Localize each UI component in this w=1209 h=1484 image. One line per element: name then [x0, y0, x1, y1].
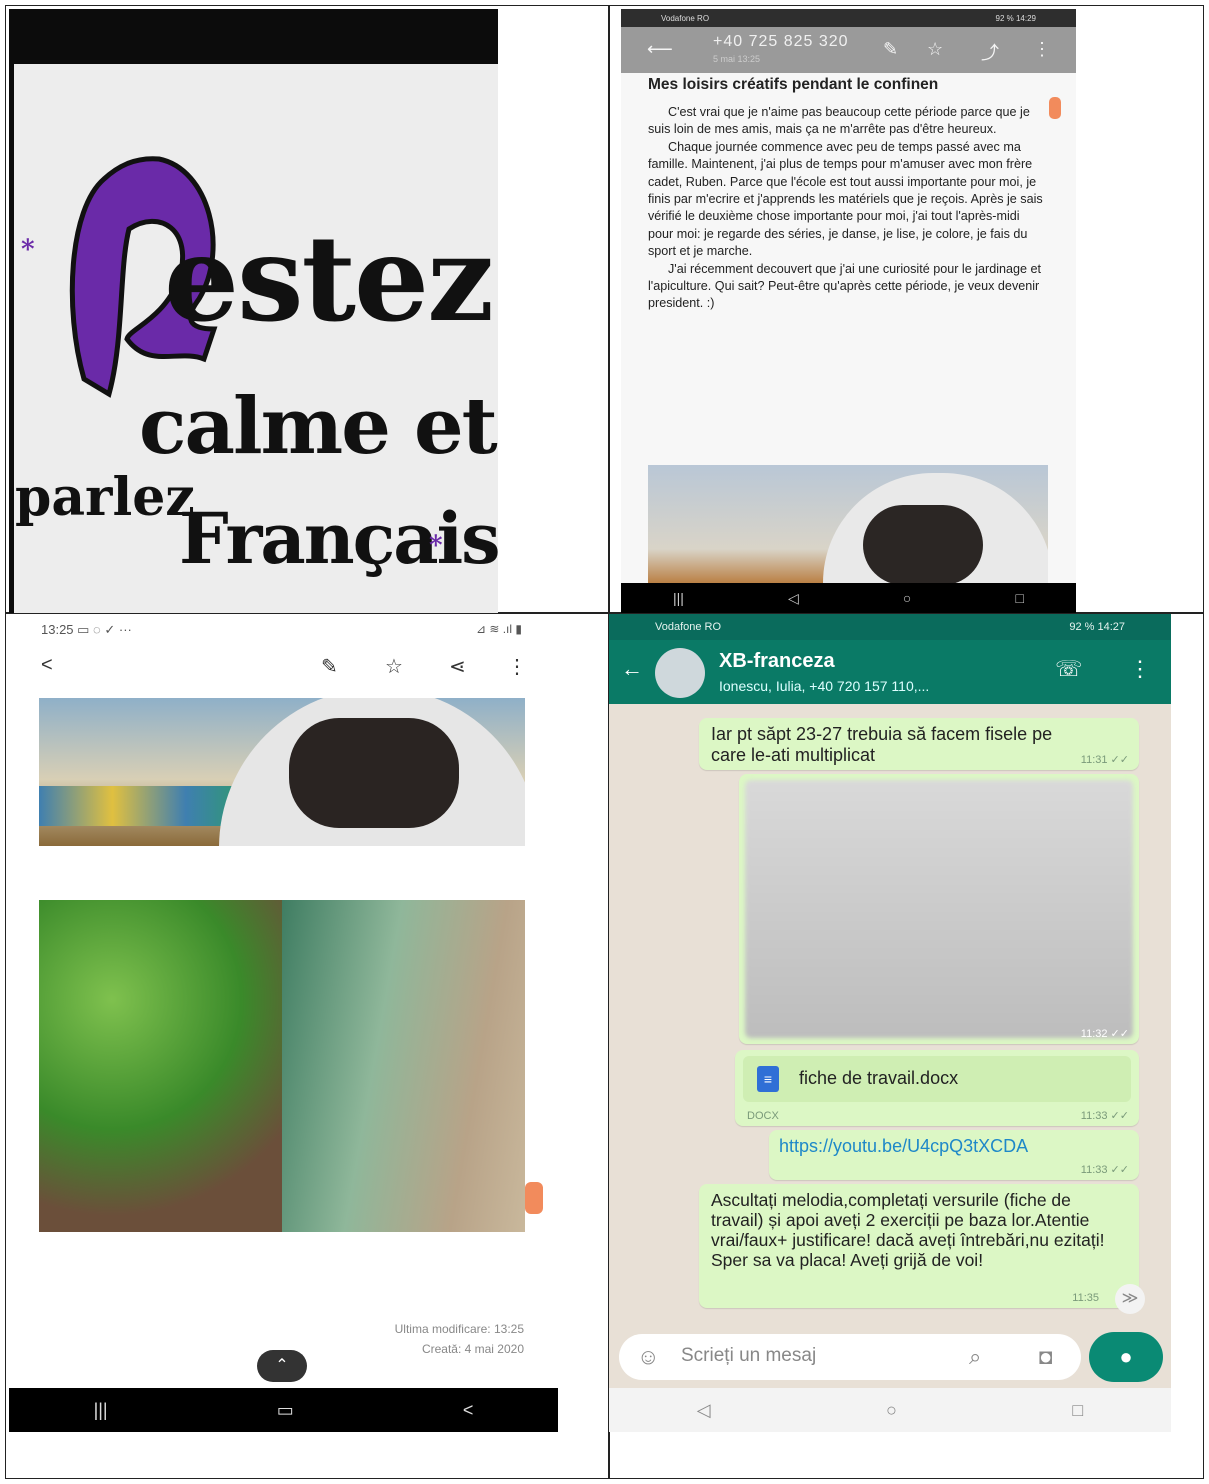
- android-nav-bar: ||| ▭ <: [9, 1388, 558, 1432]
- message-time: 11:33 ✓✓: [1080, 1164, 1129, 1176]
- note-timestamp: 5 mai 13:25: [713, 54, 761, 64]
- poster-line3b: Français: [179, 497, 498, 580]
- poster-photo: estez calme et parlez Français * *: [9, 9, 498, 613]
- image-message[interactable]: 11:32 ✓✓: [739, 774, 1139, 1044]
- poster-line2: calme et: [139, 381, 498, 472]
- back-icon[interactable]: ◁: [788, 590, 799, 607]
- scroll-top-button[interactable]: ⌃: [257, 1350, 307, 1382]
- group-avatar[interactable]: [655, 648, 705, 698]
- status-bar: Vodafone RO 92 % 14:29: [621, 9, 1076, 27]
- last-modified: Ultima modificare: 13:25: [394, 1322, 524, 1336]
- file-message[interactable]: ≡ fiche de travail.docx DOCX 11:33 ✓✓: [735, 1050, 1139, 1126]
- back-arrow-icon[interactable]: ⟵: [647, 39, 673, 60]
- gallery-phone-screenshot: 13:25 ▭ ◌ ✓ ··· ⊿ ≋ .ıl ▮ < ✎ ☆ ⋖ ⋮ Ulti…: [9, 614, 558, 1432]
- status-icons: ⊿ ≋ .ıl ▮: [475, 622, 522, 636]
- more-options-icon[interactable]: ⋮: [507, 654, 527, 679]
- message-input[interactable]: ☺ Scrieți un mesaj ⌕ ◘: [619, 1334, 1081, 1380]
- message-text: Ascultați melodia,completați versurile (…: [711, 1190, 1105, 1270]
- more-options-icon[interactable]: ⋮: [1129, 656, 1151, 682]
- back-chevron-icon[interactable]: <: [41, 654, 53, 677]
- group-name[interactable]: XB-franceza: [719, 650, 835, 673]
- square-icon[interactable]: □: [1015, 590, 1023, 606]
- microphone-button[interactable]: ●: [1089, 1332, 1163, 1382]
- message-bubble[interactable]: Ascultați melodia,completați versurile (…: [699, 1184, 1139, 1308]
- star-icon[interactable]: ☆: [385, 654, 403, 679]
- android-nav-bar: ◁ ○ □: [609, 1388, 1171, 1432]
- beekeeper-photo: [648, 465, 1048, 585]
- chat-phone-screenshot: Vodafone RO 92 % 14:27 ← XB-franceza Ion…: [609, 614, 1171, 1432]
- group-members: Ionescu, Iulia, +40 720 157 110,...: [719, 678, 930, 694]
- note-title: Mes loisirs créatifs pendant le confinen: [648, 76, 939, 93]
- beekeeper-veil: [289, 718, 459, 828]
- carrier-label: Vodafone RO: [661, 13, 710, 23]
- beekeeper-photo: [39, 698, 525, 846]
- poster-line3a: parlez: [15, 467, 195, 528]
- more-options-icon[interactable]: ⋮: [1033, 39, 1051, 60]
- created-date: Creată: 4 mai 2020: [421, 1342, 524, 1356]
- message-time: 11:31 ✓✓: [1080, 754, 1129, 766]
- scroll-handle[interactable]: [525, 1182, 543, 1214]
- recent-apps-icon[interactable]: □: [1072, 1400, 1083, 1421]
- message-bubble[interactable]: Iar pt săpt 23-27 trebuia să facem fisel…: [699, 718, 1139, 770]
- onion-photo: [282, 900, 525, 1232]
- note-paragraph: Chaque journée commence avec peu de temp…: [648, 139, 1043, 259]
- file-attachment[interactable]: ≡ fiche de travail.docx: [743, 1056, 1131, 1102]
- home-icon[interactable]: ▭: [277, 1400, 294, 1421]
- scroll-down-icon[interactable]: ≫: [1115, 1284, 1145, 1314]
- share-icon[interactable]: ⤴: [981, 39, 999, 65]
- note-toolbar: ⟵ +40 725 825 320 5 mai 13:25 ✎ ☆ ⤴ ⋮: [621, 27, 1076, 73]
- message-time: 11:33 ✓✓: [1080, 1110, 1129, 1122]
- chat-header: ← XB-franceza Ionescu, Iulia, +40 720 15…: [609, 640, 1171, 704]
- recent-apps-icon[interactable]: |||: [94, 1400, 108, 1421]
- carrier-label: Vodafone RO: [655, 621, 722, 633]
- document-icon: ≡: [757, 1066, 779, 1092]
- camera-icon[interactable]: ◘: [1039, 1344, 1052, 1370]
- poster-star-left: *: [21, 235, 35, 265]
- back-arrow-icon[interactable]: ←: [621, 656, 643, 682]
- attach-icon[interactable]: ⌕: [969, 1344, 981, 1370]
- blurred-image: [745, 780, 1133, 1038]
- scroll-handle[interactable]: [1049, 97, 1061, 119]
- status-bar: Vodafone RO 92 % 14:27: [609, 614, 1171, 640]
- pencil-icon[interactable]: ✎: [883, 39, 898, 60]
- note-phone-screenshot: Vodafone RO 92 % 14:29 ⟵ +40 725 825 320…: [621, 9, 1076, 613]
- poster-star-right: *: [429, 531, 443, 561]
- note-paragraph: C'est vrai que je n'aime pas beaucoup ce…: [648, 105, 1030, 137]
- poster-word-estez: estez: [164, 209, 494, 348]
- android-nav-bar: ||| ◁ ○ □: [621, 583, 1076, 613]
- home-icon[interactable]: ○: [886, 1400, 897, 1421]
- beekeeper-veil: [863, 505, 983, 585]
- emoji-icon[interactable]: ☺: [637, 1344, 659, 1370]
- input-placeholder: Scrieți un mesaj: [681, 1345, 817, 1366]
- back-icon[interactable]: ◁: [697, 1400, 711, 1421]
- status-time: 13:25 ▭ ◌ ✓ ···: [41, 622, 132, 637]
- message-text: Iar pt săpt 23-27 trebuia să facem fisel…: [711, 724, 1053, 765]
- lettuce-photo: [39, 900, 282, 1232]
- battery-time: 92 % 14:29: [995, 13, 1036, 23]
- home-icon[interactable]: ○: [903, 590, 911, 606]
- back-icon[interactable]: <: [463, 1400, 474, 1421]
- add-call-icon[interactable]: ☏: [1055, 656, 1083, 682]
- link-message[interactable]: https://youtu.be/U4cpQ3tXCDA 11:33 ✓✓: [769, 1130, 1139, 1180]
- message-time: 11:32 ✓✓: [1080, 1028, 1129, 1040]
- file-type: DOCX: [747, 1110, 779, 1122]
- share-icon[interactable]: ⋖: [449, 654, 466, 679]
- phone-number: +40 725 825 320: [713, 33, 849, 50]
- star-icon[interactable]: ☆: [927, 39, 943, 60]
- recent-apps-icon[interactable]: |||: [673, 590, 684, 606]
- note-paragraph: J'ai récemment decouvert que j'ai une cu…: [648, 261, 1042, 311]
- pencil-icon[interactable]: ✎: [321, 654, 338, 679]
- note-body: C'est vrai que je n'aime pas beaucoup ce…: [648, 104, 1048, 313]
- message-time: 11:35: [1072, 1292, 1099, 1304]
- youtube-link[interactable]: https://youtu.be/U4cpQ3tXCDA: [779, 1136, 1028, 1157]
- battery-time: 92 % 14:27: [1069, 621, 1125, 633]
- file-name: fiche de travail.docx: [799, 1068, 959, 1088]
